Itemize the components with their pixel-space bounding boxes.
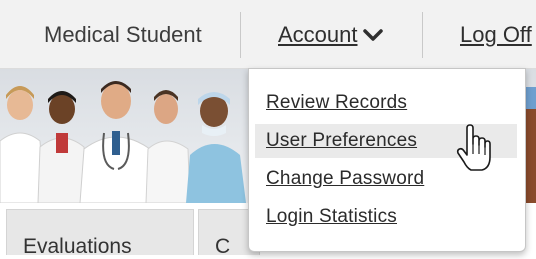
user-role-label: Medical Student: [44, 22, 202, 47]
chevron-down-icon: [362, 22, 384, 48]
menu-item-review-records[interactable]: Review Records: [255, 86, 517, 120]
logoff-link[interactable]: Log Off: [460, 22, 532, 48]
tab-label: Evaluations: [23, 235, 132, 258]
menu-item-login-statistics[interactable]: Login Statistics: [255, 200, 517, 234]
menu-item-label: Change Password: [266, 168, 425, 189]
account-menu-button[interactable]: Account: [278, 22, 384, 48]
nav-divider: [240, 12, 241, 58]
account-label: Account: [278, 22, 358, 47]
top-navigation-bar: Medical Student Account Log Off: [0, 0, 536, 69]
medical-staff-photo: [0, 81, 246, 203]
tab-evaluations[interactable]: Evaluations: [6, 209, 194, 258]
menu-item-label: Login Statistics: [266, 206, 397, 227]
tab-label: C: [215, 235, 231, 258]
nav-divider: [422, 12, 423, 58]
menu-item-label: Review Records: [266, 92, 408, 113]
menu-item-label: User Preferences: [266, 130, 418, 151]
hand-pointer-icon: [456, 124, 492, 179]
